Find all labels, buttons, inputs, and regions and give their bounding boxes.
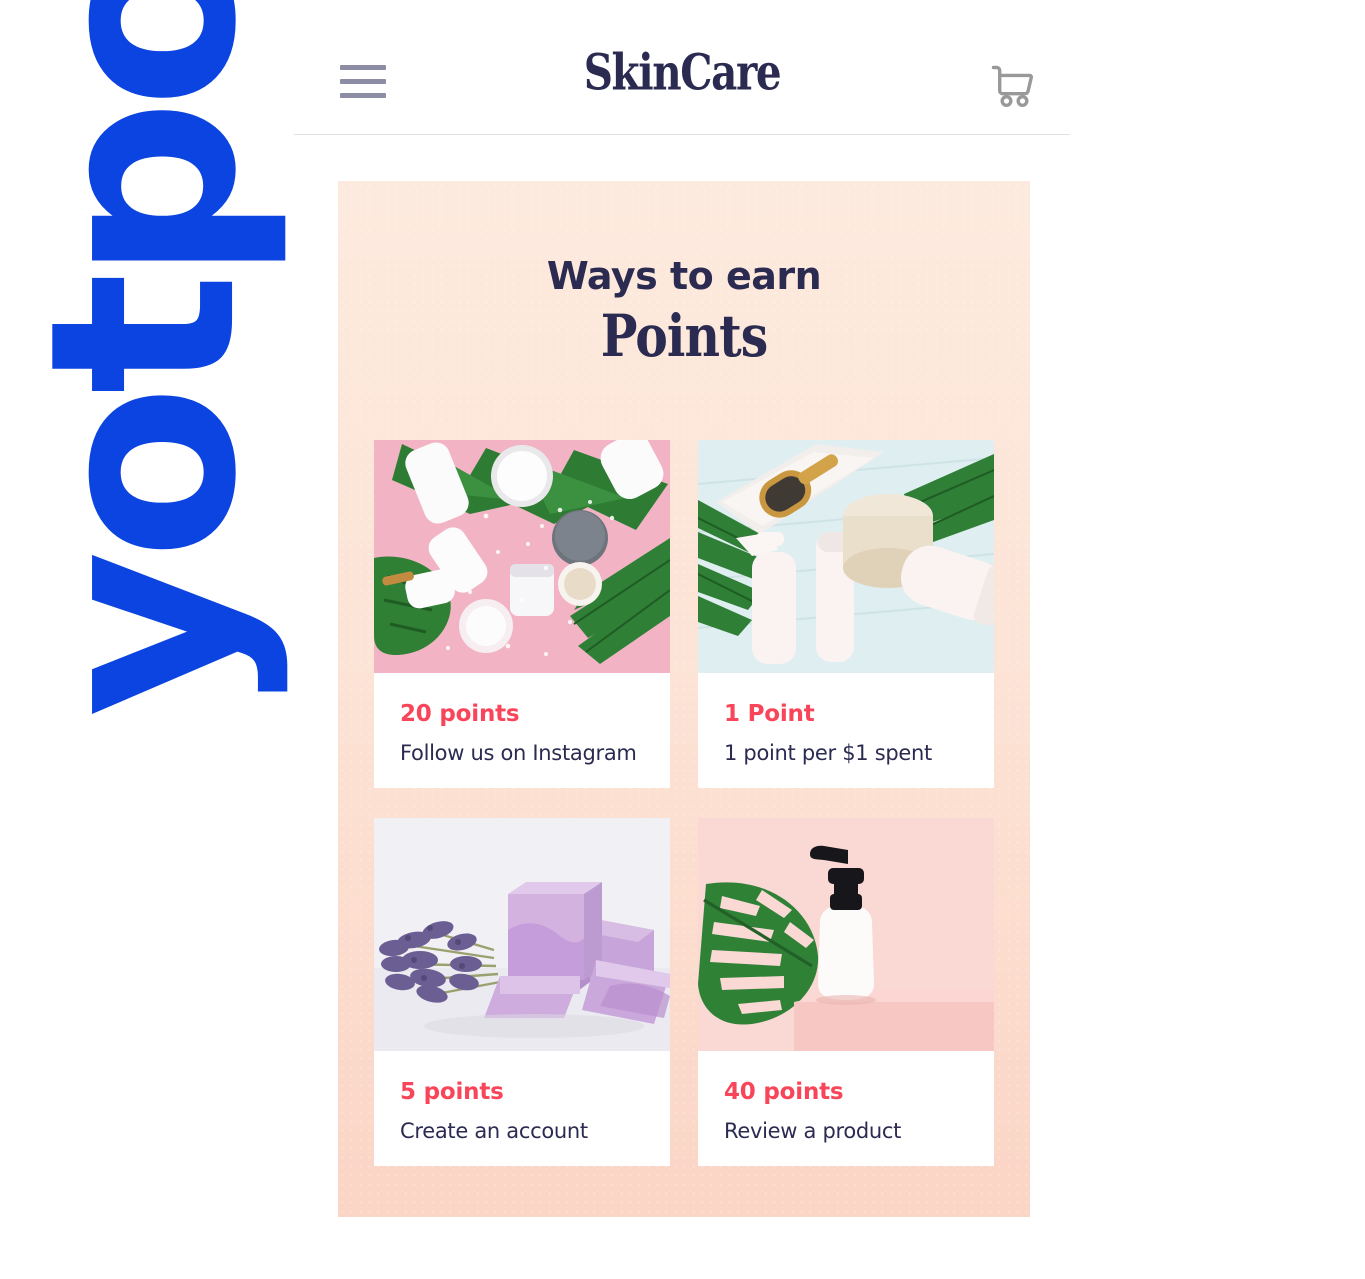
heading-ways-to-earn: Ways to earn	[546, 254, 822, 298]
panel-heading: Ways to earn Points	[338, 181, 1030, 371]
reward-image-account	[374, 818, 670, 1051]
ways-to-earn-panel: Ways to earn Points 20 points Follow us …	[338, 181, 1030, 1217]
reward-body: 20 points Follow us on Instagram	[374, 673, 670, 788]
reward-body: 5 points Create an account	[374, 1051, 670, 1166]
reward-points: 5 points	[400, 1079, 504, 1105]
heading-points: Points	[600, 302, 769, 371]
reward-points: 1 Point	[724, 701, 815, 727]
store-logo[interactable]: SkinCare	[325, 49, 1039, 98]
reward-card[interactable]: 40 points Review a product	[698, 818, 994, 1166]
reward-body: 1 Point 1 point per $1 spent	[698, 673, 994, 788]
reward-card[interactable]: 5 points Create an account	[374, 818, 670, 1166]
reward-description: Review a product	[724, 1119, 902, 1143]
reward-points: 40 points	[724, 1079, 844, 1105]
reward-image-instagram	[374, 440, 670, 673]
rewards-grid: 20 points Follow us on Instagram 1 Point…	[374, 440, 994, 1166]
header-bar: SkinCare	[294, 0, 1070, 135]
reward-image-review	[698, 818, 994, 1051]
reward-image-purchase	[698, 440, 994, 673]
reward-description: Create an account	[400, 1119, 588, 1143]
reward-points: 20 points	[400, 701, 520, 727]
header-divider	[294, 134, 1070, 135]
reward-description: Follow us on Instagram	[400, 741, 637, 765]
reward-description: 1 point per $1 spent	[724, 741, 932, 765]
reward-card[interactable]: 1 Point 1 point per $1 spent	[698, 440, 994, 788]
site-header: SkinCare	[294, 0, 1070, 136]
yotpo-logo: yotpo	[0, 0, 293, 717]
reward-body: 40 points Review a product	[698, 1051, 994, 1166]
yotpo-logo-text: yotpo	[0, 0, 294, 718]
shopping-cart-icon[interactable]	[984, 56, 1040, 112]
reward-card[interactable]: 20 points Follow us on Instagram	[374, 440, 670, 788]
